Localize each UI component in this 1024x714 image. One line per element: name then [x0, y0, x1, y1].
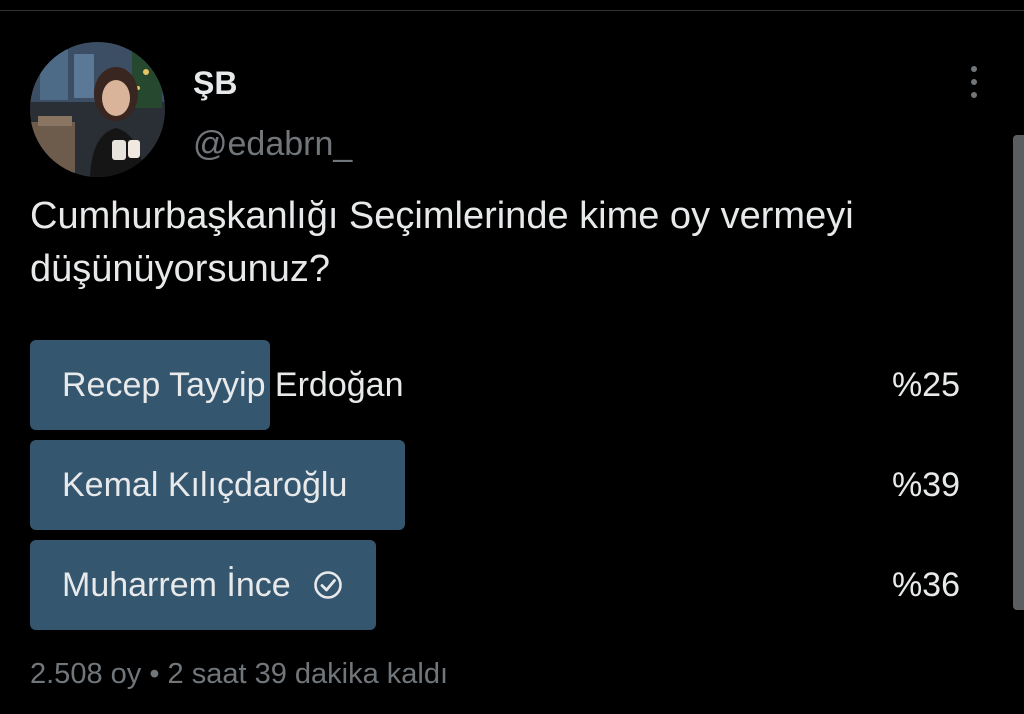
- top-divider: [0, 0, 1024, 11]
- avatar[interactable]: [30, 42, 165, 177]
- poll-time-left: 2 saat 39 dakika kaldı: [167, 658, 449, 690]
- scrollbar[interactable]: [1013, 135, 1024, 610]
- poll-vote-count: 2.508 oy: [30, 658, 142, 690]
- more-options-button[interactable]: [958, 62, 990, 102]
- poll-option[interactable]: Muharrem İnce %36: [30, 540, 960, 630]
- tweet-text: Cumhurbaşkanlığı Seçimlerinde kime oy ve…: [30, 195, 854, 290]
- more-vertical-icon-dot: [971, 92, 977, 98]
- poll-option-label: Kemal Kılıçdaroğlu: [62, 440, 347, 530]
- poll-option-label: Muharrem İnce: [62, 540, 343, 630]
- poll-option-text: Kemal Kılıçdaroğlu: [62, 466, 348, 504]
- avatar-image: [30, 42, 165, 177]
- poll-option-percent: %25: [891, 366, 960, 404]
- display-name[interactable]: ŞB: [193, 64, 237, 102]
- more-vertical-icon: [971, 66, 977, 72]
- check-circle-icon: [313, 571, 342, 599]
- poll-option[interactable]: Kemal Kılıçdaroğlu %39: [30, 440, 960, 530]
- poll-option-text: Recep Tayyip Erdoğan: [62, 366, 404, 404]
- poll: Recep Tayyip Erdoğan %25 Kemal Kılıçdaro…: [30, 340, 960, 640]
- poll-option-percent: %39: [891, 466, 960, 504]
- poll-option-text: Muharrem İnce: [62, 566, 291, 604]
- user-handle[interactable]: @edabrn_: [193, 124, 352, 164]
- poll-option-percent: %36: [891, 566, 960, 604]
- more-vertical-icon-dot: [971, 79, 977, 85]
- poll-footer-separator: •: [149, 658, 160, 690]
- poll-option[interactable]: Recep Tayyip Erdoğan %25: [30, 340, 960, 430]
- poll-footer: 2.508 oy • 2 saat 39 dakika kaldı: [30, 654, 448, 694]
- poll-option-label: Recep Tayyip Erdoğan: [62, 340, 403, 430]
